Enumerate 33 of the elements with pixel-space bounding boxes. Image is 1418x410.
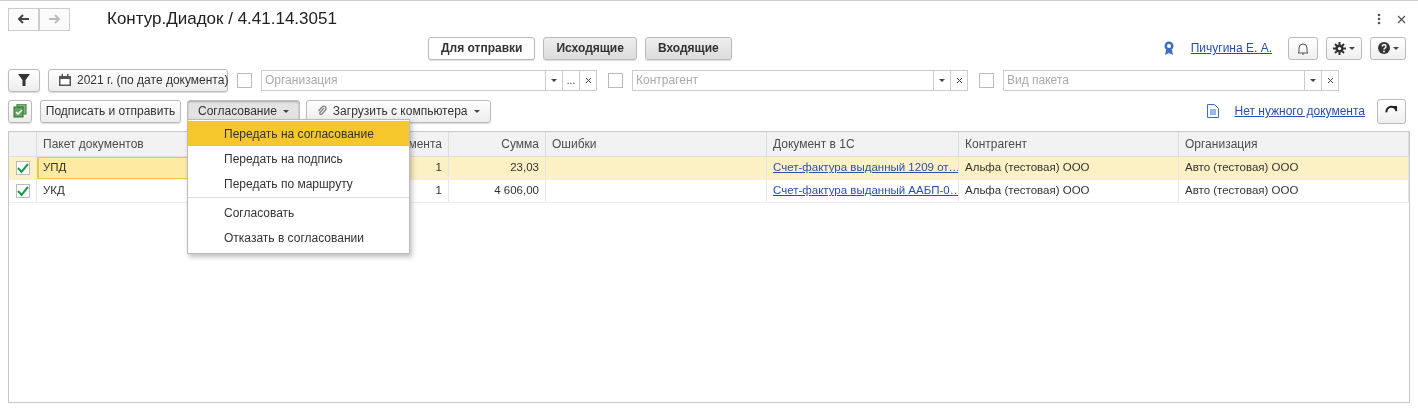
choose-button[interactable]: ... bbox=[562, 70, 579, 90]
menu-item[interactable]: Передать на согласование bbox=[188, 121, 409, 146]
sign-and-send-button[interactable]: Подписать и отправить bbox=[40, 99, 181, 123]
mode-tab[interactable]: Исходящие bbox=[543, 36, 637, 60]
column-header: Пакет документов bbox=[43, 136, 144, 153]
mode-tab[interactable]: Входящие bbox=[644, 36, 732, 60]
window-title: Контур.Диадок / 4.41.14.3051 bbox=[107, 8, 337, 31]
table-cell-text: Авто (тестовая) ООО bbox=[1185, 183, 1299, 199]
column-header: Сумма bbox=[501, 136, 539, 153]
table-cell-text: УКД bbox=[43, 183, 65, 199]
table-cell-text: 23,03 bbox=[510, 160, 539, 176]
select-control[interactable]: Организация ... bbox=[261, 69, 597, 91]
period-button[interactable]: 2021 г. (по дате документа) bbox=[48, 68, 228, 92]
menu-item[interactable]: Согласовать bbox=[188, 200, 409, 225]
table-cell-text: 1 bbox=[435, 183, 442, 199]
table-cell-text: 4 606,00 bbox=[494, 183, 539, 199]
select-control[interactable]: Контрагент bbox=[632, 69, 968, 91]
document-link[interactable]: Счет-фактура выданный ААБП-0… bbox=[773, 182, 958, 200]
select-control[interactable]: Вид пакета bbox=[1003, 69, 1339, 91]
column-header: Документ в 1С bbox=[773, 136, 855, 153]
missing-document-link[interactable]: Нет нужного документа bbox=[1234, 102, 1365, 120]
column-header: Контрагент bbox=[965, 136, 1028, 153]
table-cell-text: 1 bbox=[435, 160, 442, 176]
table-cell-text: Альфа (тестовая) ООО bbox=[965, 160, 1090, 176]
menu-item[interactable]: Отказать в согласовании bbox=[188, 225, 409, 250]
table-cell-text: Авто (тестовая) ООО bbox=[1185, 160, 1299, 176]
user-link[interactable]: Пичугина Е. А. bbox=[1190, 39, 1272, 57]
mode-tab[interactable]: Для отправки bbox=[428, 36, 536, 60]
column-header: Организация bbox=[1185, 136, 1258, 153]
column-header: Ошибки bbox=[552, 136, 597, 153]
table-cell-text: Альфа (тестовая) ООО bbox=[965, 183, 1090, 199]
upload-button[interactable]: Загрузить с компьютера bbox=[305, 99, 491, 123]
document-link[interactable]: Счет-фактура выданный 1209 от… bbox=[773, 159, 958, 177]
